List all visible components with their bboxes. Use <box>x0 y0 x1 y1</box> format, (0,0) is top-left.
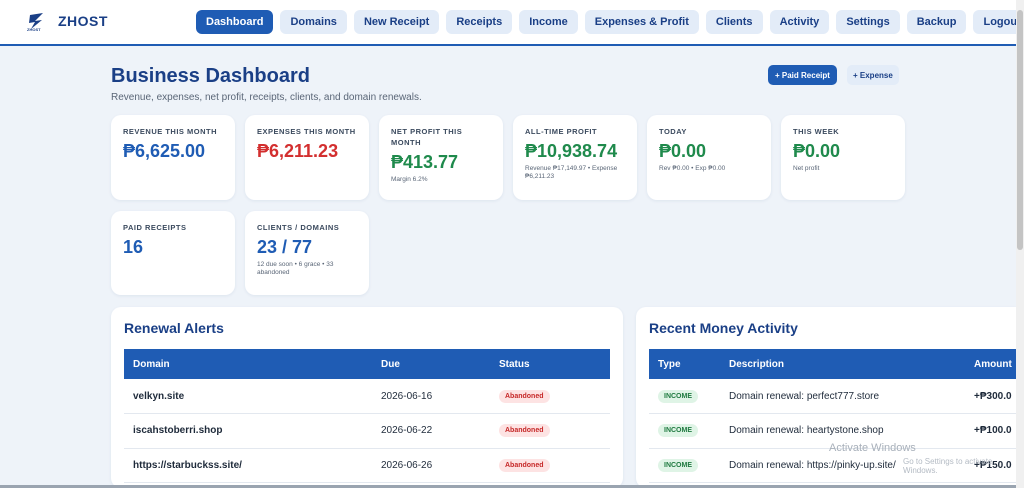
stat-sub: 12 due soon • 6 grace • 33 abandoned <box>257 261 334 276</box>
renewal-alerts-panel: Renewal Alerts Domain Due Status velkyn.… <box>111 307 623 488</box>
type-badge: INCOME <box>658 424 698 438</box>
stat-card-paid-receipts: PAID RECEIPTS 16 <box>111 211 235 295</box>
stat-value: ₱10,938.74 <box>525 141 618 161</box>
column-header-due[interactable]: Due <box>372 349 490 379</box>
stat-label: ALL-TIME PROFIT <box>525 127 598 136</box>
nav-receipts[interactable]: Receipts <box>446 10 513 34</box>
table-row[interactable]: INCOME Domain renewal: perfect777.store … <box>649 379 1016 414</box>
stat-value: ₱0.00 <box>659 141 707 161</box>
stat-label: NET PROFIT THIS MONTH <box>391 127 463 147</box>
stat-value: ₱0.00 <box>793 141 841 161</box>
nav-domains[interactable]: Domains <box>280 10 347 34</box>
table-row[interactable]: iscahstoberri.shop 2026-06-22 Abandoned <box>124 413 610 449</box>
status-badge: Abandoned <box>499 389 550 403</box>
page-subtitle: Revenue, expenses, net profit, receipts,… <box>111 92 422 103</box>
nav-backup[interactable]: Backup <box>906 10 967 34</box>
stat-card-clients-domains: CLIENTS / DOMAINS 23 / 77 12 due soon • … <box>245 211 369 295</box>
stat-label: TODAY <box>659 127 687 136</box>
stat-value: ₱413.77 <box>391 152 459 172</box>
stat-card-today: TODAY ₱0.00 Rev ₱0.00 • Exp ₱0.00 <box>647 115 771 200</box>
add-paid-receipt-button[interactable]: + Paid Receipt <box>768 65 837 85</box>
brand-name: ZHOST <box>58 13 108 29</box>
stat-value: ₱6,625.00 <box>123 141 206 161</box>
stat-card-net-profit-month: NET PROFIT THIS MONTH ₱413.77 Margin 6.2… <box>379 115 503 200</box>
stat-label: PAID RECEIPTS <box>123 223 187 232</box>
type-badge: INCOME <box>658 389 698 403</box>
nav-activity[interactable]: Activity <box>769 10 830 34</box>
type-cell: INCOME <box>649 448 720 483</box>
nav-settings[interactable]: Settings <box>836 10 900 34</box>
svg-text:ZHOST: ZHOST <box>27 27 41 32</box>
vertical-scrollbar[interactable] <box>1016 0 1024 488</box>
column-header-description[interactable]: Description <box>720 349 965 379</box>
status-badge: Abandoned <box>499 424 550 438</box>
status-badge: Abandoned <box>499 458 550 472</box>
stat-sub: Revenue ₱17,149.97 • Expense ₱6,211.23 <box>525 165 618 180</box>
domain-cell[interactable]: velkyn.site <box>124 379 372 414</box>
amount-cell: +₱100.0 <box>965 413 1016 449</box>
description-cell: Domain renewal: perfect777.store <box>720 379 965 414</box>
nav-expenses-profit[interactable]: Expenses & Profit <box>584 10 699 34</box>
type-cell: INCOME <box>649 413 720 449</box>
panel-title: Recent Money Activity <box>649 320 798 336</box>
top-navbar: ZHOST ZHOST Dashboard Domains New Receip… <box>0 0 1024 46</box>
main-nav: Dashboard Domains New Receipt Receipts I… <box>196 10 1024 34</box>
panel-title: Renewal Alerts <box>124 320 224 336</box>
column-header-amount[interactable]: Amount <box>965 349 1016 379</box>
nav-new-receipt[interactable]: New Receipt <box>353 10 440 34</box>
zhost-logo-icon: ZHOST <box>27 13 43 32</box>
stat-card-this-week: THIS WEEK ₱0.00 Net profit <box>781 115 905 200</box>
nav-income[interactable]: Income <box>519 10 578 34</box>
nav-clients[interactable]: Clients <box>705 10 763 34</box>
domain-cell[interactable]: iscahstoberri.shop <box>124 413 372 449</box>
due-cell: 2026-06-16 <box>372 379 490 414</box>
table-row[interactable]: https://starbuckss.site/ 2026-06-26 Aban… <box>124 448 610 483</box>
table-row[interactable]: velkyn.site 2026-06-16 Abandoned <box>124 379 610 414</box>
status-cell: Abandoned <box>490 448 610 483</box>
activate-windows-watermark: Activate Windows <box>829 442 916 454</box>
nav-dashboard[interactable]: Dashboard <box>196 10 274 34</box>
status-cell: Abandoned <box>490 379 610 414</box>
stat-sub: Rev ₱0.00 • Exp ₱0.00 <box>659 165 726 172</box>
column-header-status[interactable]: Status <box>490 349 610 379</box>
domain-cell[interactable]: https://starbuckss.site/ <box>124 448 372 483</box>
stat-value: 16 <box>123 237 144 257</box>
column-header-domain[interactable]: Domain <box>124 349 372 379</box>
stat-label: REVENUE THIS MONTH <box>123 127 218 136</box>
activate-windows-hint: Go to Settings to activate Windows. <box>903 457 993 475</box>
page-title: Business Dashboard <box>111 65 310 87</box>
amount-cell: +₱300.0 <box>965 379 1016 414</box>
status-cell: Abandoned <box>490 413 610 449</box>
stat-label: THIS WEEK <box>793 127 840 136</box>
stat-value: ₱6,211.23 <box>257 141 339 161</box>
renewal-alerts-table: Domain Due Status velkyn.site 2026-06-16… <box>124 349 610 483</box>
stat-card-expenses-month: EXPENSES THIS MONTH ₱6,211.23 <box>245 115 369 200</box>
stat-sub: Net profit <box>793 165 820 172</box>
brand[interactable]: ZHOST ZHOST <box>26 10 108 32</box>
add-expense-button[interactable]: + Expense <box>847 65 899 85</box>
stat-value: 23 / 77 <box>257 237 313 257</box>
stat-card-all-time-profit: ALL-TIME PROFIT ₱10,938.74 Revenue ₱17,1… <box>513 115 637 200</box>
column-header-type[interactable]: Type <box>649 349 720 379</box>
scrollbar-thumb[interactable] <box>1017 10 1023 250</box>
stat-sub: Margin 6.2% <box>391 176 428 183</box>
due-cell: 2026-06-26 <box>372 448 490 483</box>
type-cell: INCOME <box>649 379 720 414</box>
due-cell: 2026-06-22 <box>372 413 490 449</box>
stat-label: CLIENTS / DOMAINS <box>257 223 340 232</box>
type-badge: INCOME <box>658 458 698 472</box>
stat-card-revenue-month: REVENUE THIS MONTH ₱6,625.00 <box>111 115 235 200</box>
stat-label: EXPENSES THIS MONTH <box>257 127 356 136</box>
